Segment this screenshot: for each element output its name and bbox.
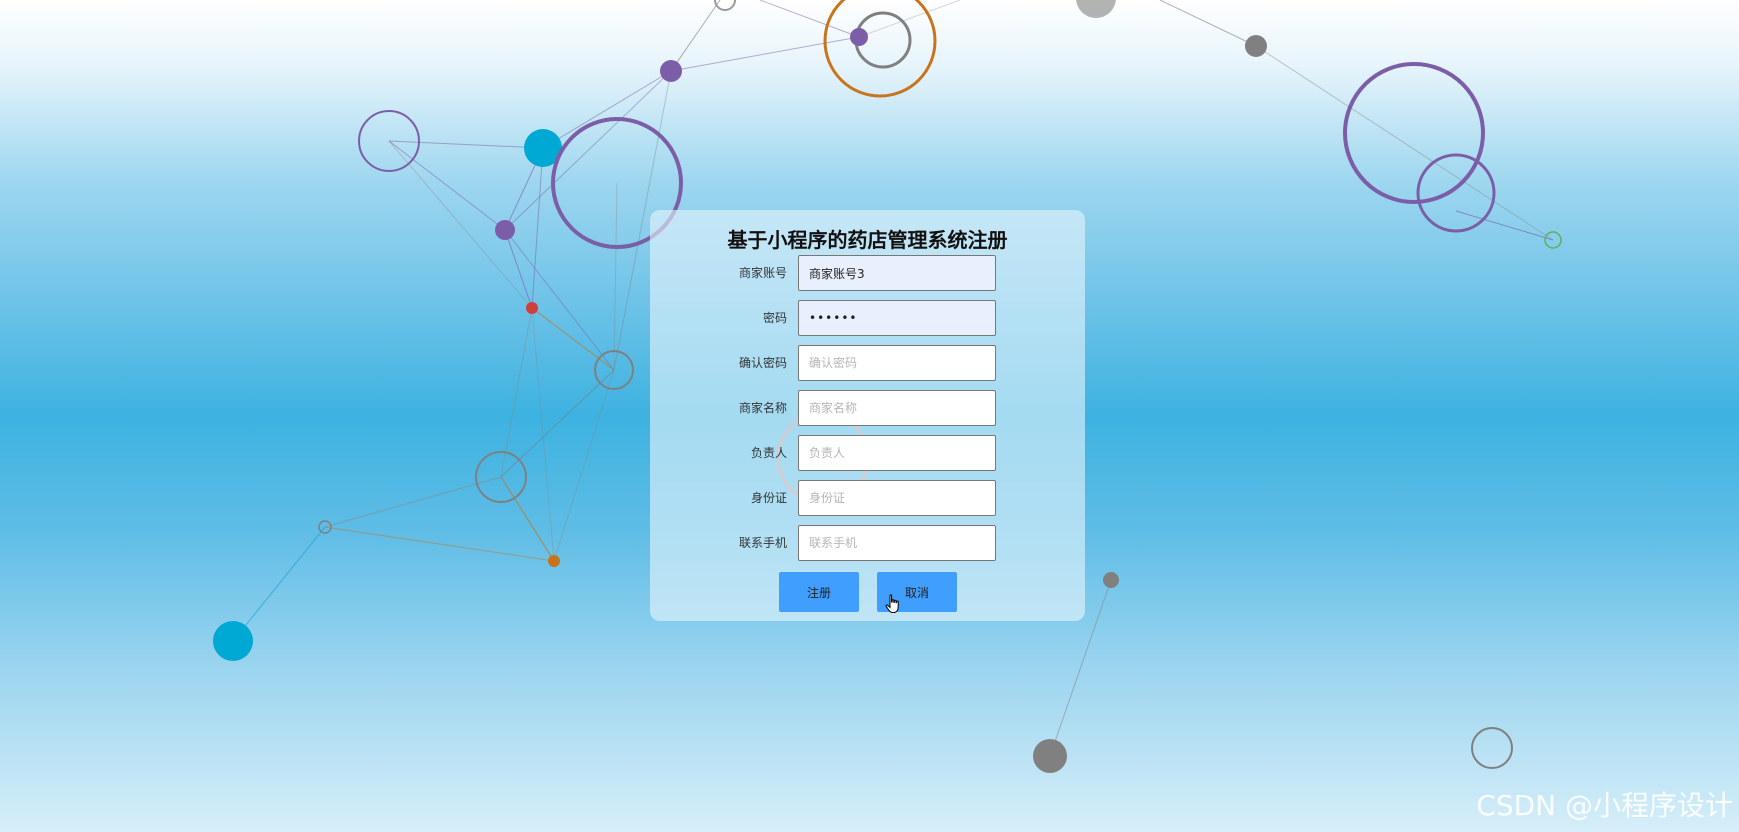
confirm-password-row: 确认密码 — [650, 345, 1085, 381]
register-button[interactable]: 注册 — [779, 572, 859, 612]
phone-row: 联系手机 — [650, 525, 1085, 561]
merchant-name-row: 商家名称 — [650, 390, 1085, 426]
password-label: 密码 — [762, 311, 787, 325]
account-row: 商家账号 — [650, 255, 1085, 291]
account-input[interactable] — [798, 255, 996, 291]
manager-row: 负责人 — [650, 435, 1085, 471]
confirm-password-input[interactable] — [798, 345, 996, 381]
merchant-name-input[interactable] — [798, 390, 996, 426]
phone-input[interactable] — [798, 525, 996, 561]
confirm-password-label: 确认密码 — [738, 356, 787, 370]
id-card-input[interactable] — [798, 480, 996, 516]
merchant-name-label: 商家名称 — [738, 401, 787, 415]
manager-label: 负责人 — [750, 446, 787, 460]
phone-label: 联系手机 — [738, 536, 787, 550]
id-card-label: 身份证 — [750, 491, 787, 505]
password-input[interactable] — [798, 300, 996, 336]
id-card-row: 身份证 — [650, 480, 1085, 516]
hand-pointer-icon — [885, 594, 899, 613]
register-card: 基于小程序的药店管理系统注册 商家账号 密码 确认密码 商家名称 负责人 身份证… — [650, 210, 1085, 621]
account-label: 商家账号 — [738, 266, 787, 280]
page-title: 基于小程序的药店管理系统注册 — [727, 228, 1008, 252]
watermark: CSDN @小程序设计 — [1476, 789, 1733, 822]
manager-input[interactable] — [798, 435, 996, 471]
password-row: 密码 — [650, 300, 1085, 336]
